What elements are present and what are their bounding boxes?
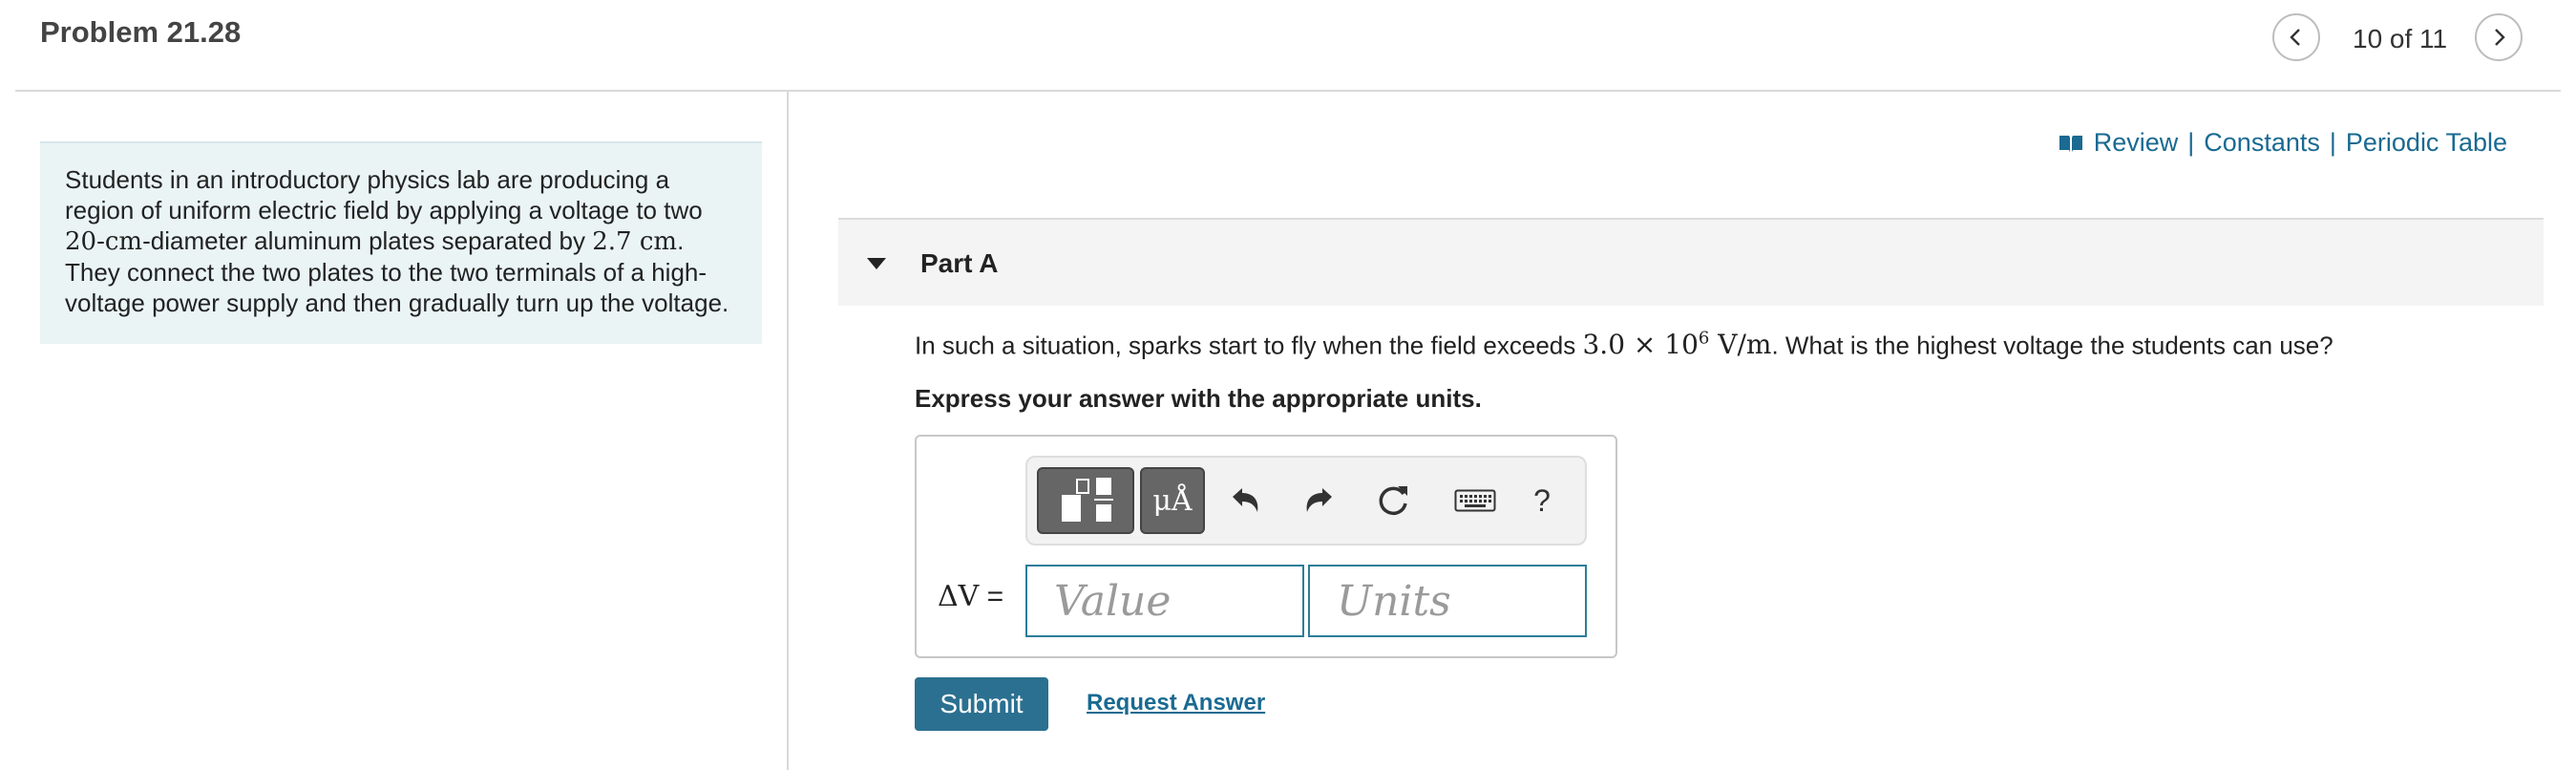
previous-problem-button[interactable]	[2272, 13, 2320, 61]
template-icon	[1062, 478, 1113, 522]
question-text: In such a situation, sparks start to fly…	[915, 329, 2333, 360]
page-title: Problem 21.28	[40, 15, 242, 49]
request-answer-link[interactable]: Request Answer	[1087, 690, 1265, 717]
field-units: V/m	[1709, 329, 1772, 361]
templates-button[interactable]	[1037, 467, 1134, 534]
resources-links: Review | Constants | Periodic Table	[2058, 128, 2507, 158]
problem-intro: Students in an introductory physics lab …	[40, 141, 762, 344]
undo-button[interactable]	[1222, 477, 1270, 524]
keyboard-button[interactable]	[1444, 477, 1507, 524]
units-input[interactable]	[1308, 565, 1587, 637]
question-text-start: In such a situation, sparks start to fly…	[915, 331, 1583, 360]
chevron-right-icon	[2495, 29, 2505, 46]
book-icon	[2059, 135, 2082, 152]
problem-header: Problem 21.28	[15, 0, 2561, 92]
review-link[interactable]: Review	[2094, 128, 2179, 158]
periodic-table-link[interactable]: Periodic Table	[2346, 128, 2507, 158]
intro-diameter: 20-cm	[65, 227, 143, 256]
answer-box: μÅ ? ΔV = Value Units	[915, 435, 1617, 658]
part-header[interactable]: Part A	[838, 218, 2544, 306]
question-text-end: . What is the highest voltage the studen…	[1771, 331, 2333, 360]
redo-icon	[1306, 488, 1332, 512]
units-button[interactable]: μÅ	[1140, 467, 1205, 534]
intro-text: -diameter aluminum plates separated by	[142, 226, 593, 255]
field-exponent: 6	[1698, 329, 1710, 349]
next-problem-button[interactable]	[2475, 13, 2523, 61]
constants-link[interactable]: Constants	[2204, 128, 2320, 158]
link-separator: |	[2329, 128, 2336, 157]
answer-variable-label: ΔV =	[938, 580, 1003, 613]
column-divider	[787, 92, 789, 770]
reset-button[interactable]	[1369, 477, 1417, 524]
intro-text: Students in an introductory physics lab …	[65, 165, 703, 225]
field-value: 3.0 × 106 V/m	[1582, 329, 1771, 360]
undo-icon	[1233, 488, 1258, 512]
math-toolbar: μÅ ?	[1025, 456, 1587, 545]
intro-separation: 2.7 cm	[592, 227, 678, 256]
answer-instruction: Express your answer with the appropriate…	[915, 384, 1482, 413]
help-button[interactable]: ?	[1518, 477, 1566, 524]
value-input[interactable]	[1025, 565, 1304, 637]
redo-button[interactable]	[1295, 477, 1342, 524]
keyboard-icon	[1454, 489, 1496, 512]
submit-button[interactable]: Submit	[915, 677, 1048, 731]
reset-icon	[1379, 486, 1407, 516]
problem-counter: 10 of 11	[2353, 24, 2448, 53]
caret-down-icon[interactable]	[865, 256, 888, 271]
answer-variable: ΔV	[938, 580, 980, 613]
link-separator: |	[2187, 128, 2195, 157]
field-mantissa: 3.0 × 10	[1582, 329, 1699, 361]
part-label: Part A	[920, 248, 999, 278]
equals-sign: =	[979, 581, 1004, 612]
chevron-left-icon	[2290, 29, 2300, 46]
